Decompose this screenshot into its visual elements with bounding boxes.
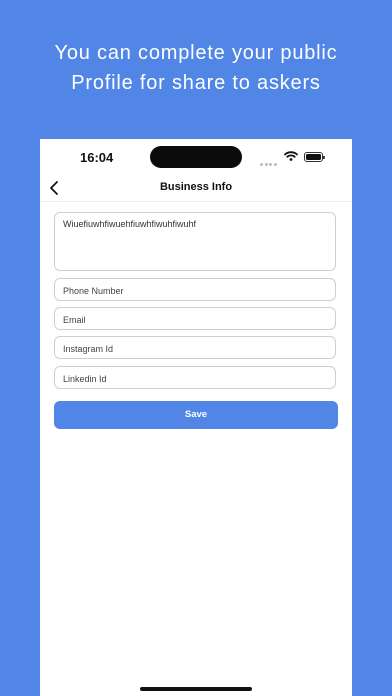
- phone-number-placeholder: Phone Number: [63, 286, 124, 296]
- promo-line-1: You can complete your public: [54, 42, 338, 64]
- home-indicator[interactable]: [140, 687, 252, 691]
- status-time: 16:04: [80, 150, 114, 165]
- email-field[interactable]: Email: [54, 307, 336, 330]
- linkedin-id-placeholder: Linkedin Id: [63, 374, 107, 384]
- promo-caption: You can complete your public Profile for…: [0, 38, 392, 98]
- email-placeholder: Email: [63, 315, 86, 325]
- linkedin-id-field[interactable]: Linkedin Id: [54, 366, 336, 389]
- save-button[interactable]: Save: [54, 401, 338, 429]
- promo-line-2: Profile for share to askers: [71, 72, 321, 94]
- dynamic-island: [150, 146, 242, 168]
- status-bar: 16:04: [40, 139, 352, 175]
- wifi-icon: [284, 151, 298, 161]
- phone-screen: 16:04 Business Info Wiuefiuwhfiwuehfiuwh…: [40, 139, 352, 696]
- instagram-id-field[interactable]: Instagram Id: [54, 336, 336, 359]
- battery-icon: [304, 152, 325, 162]
- business-description-value: Wiuefiuwhfiwuehfiuwhfiwuhfiwuhf: [63, 219, 197, 229]
- phone-number-field[interactable]: Phone Number: [54, 278, 336, 301]
- instagram-id-placeholder: Instagram Id: [63, 344, 114, 354]
- signal-icon: [260, 153, 278, 171]
- business-description-field[interactable]: Wiuefiuwhfiwuehfiuwhfiwuhfiwuhf: [54, 212, 336, 271]
- page-title: Business Info: [159, 181, 233, 193]
- nav-bar: Business Info: [40, 175, 352, 202]
